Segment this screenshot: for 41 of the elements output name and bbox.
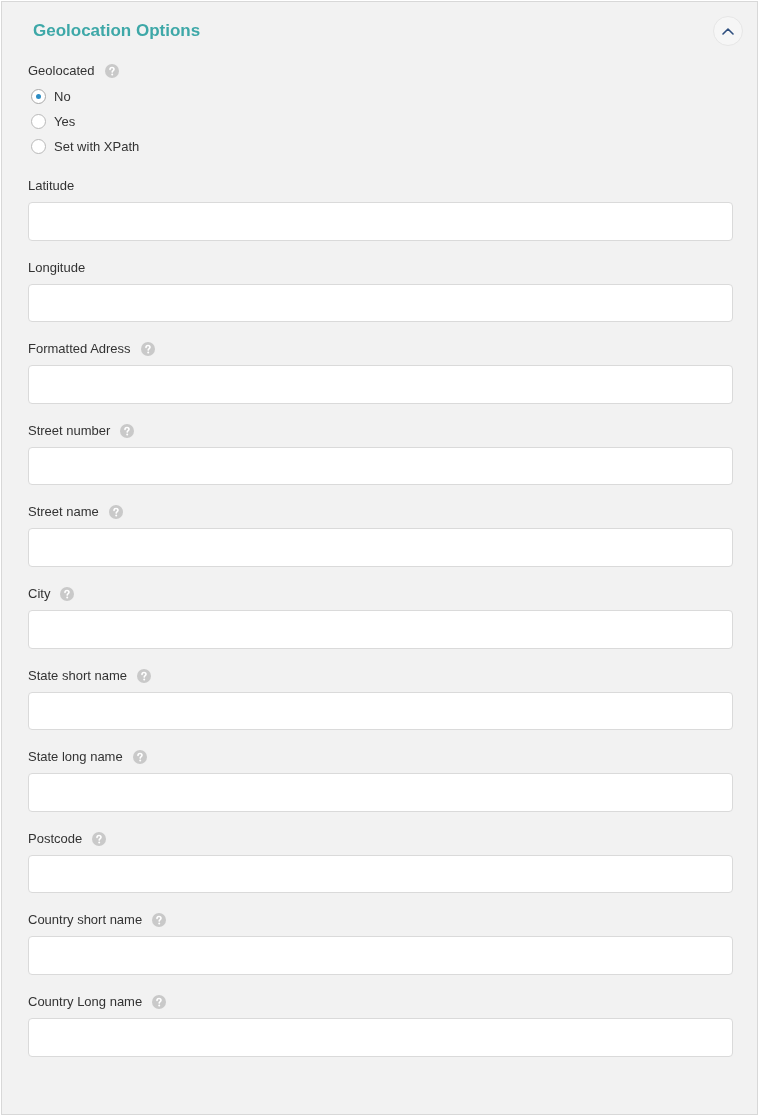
radio-label: Yes (54, 114, 76, 129)
field-label: Street name (28, 503, 99, 522)
collapse-button[interactable] (713, 16, 743, 46)
field-label: City (28, 584, 51, 603)
input-field[interactable] (28, 773, 733, 812)
radio-label: No (54, 89, 71, 104)
help-icon[interactable] (152, 994, 167, 1009)
help-icon[interactable] (120, 423, 135, 438)
help-icon[interactable] (60, 586, 75, 601)
field-label: Country short name (28, 911, 143, 930)
input-field[interactable] (28, 1017, 733, 1057)
help-icon[interactable] (104, 64, 119, 78)
input-field[interactable] (28, 365, 733, 404)
field-label: State short name (28, 666, 127, 685)
field-label: Country Long name (28, 992, 143, 1011)
input-field[interactable] (28, 691, 733, 731)
input-field[interactable] (28, 283, 733, 323)
field-label: Postcode (28, 829, 83, 848)
input-field[interactable] (28, 202, 733, 241)
help-icon[interactable] (137, 668, 151, 683)
help-icon[interactable] (152, 913, 167, 928)
radio-button[interactable] (31, 89, 46, 104)
radio-label: Set with XPath (54, 139, 140, 154)
input-field[interactable] (28, 528, 733, 567)
help-icon[interactable] (92, 831, 107, 846)
field-label: State long name (28, 748, 123, 767)
help-icon[interactable] (132, 750, 147, 765)
field-label: Geolocated (28, 62, 95, 80)
help-icon[interactable] (108, 505, 123, 520)
help-icon[interactable] (140, 342, 155, 357)
input-field[interactable] (28, 609, 733, 649)
radio-button[interactable] (31, 114, 46, 129)
field-label: Formatted Adress (28, 340, 131, 359)
input-field[interactable] (28, 446, 733, 486)
radio-button[interactable] (31, 139, 46, 154)
field-label: Latitude (28, 177, 75, 195)
input-field[interactable] (28, 936, 733, 975)
section-title: Geolocation Options (32, 20, 201, 42)
field-label: Street number (28, 421, 111, 440)
field-label: Longitude (28, 258, 86, 277)
input-field[interactable] (28, 854, 733, 894)
